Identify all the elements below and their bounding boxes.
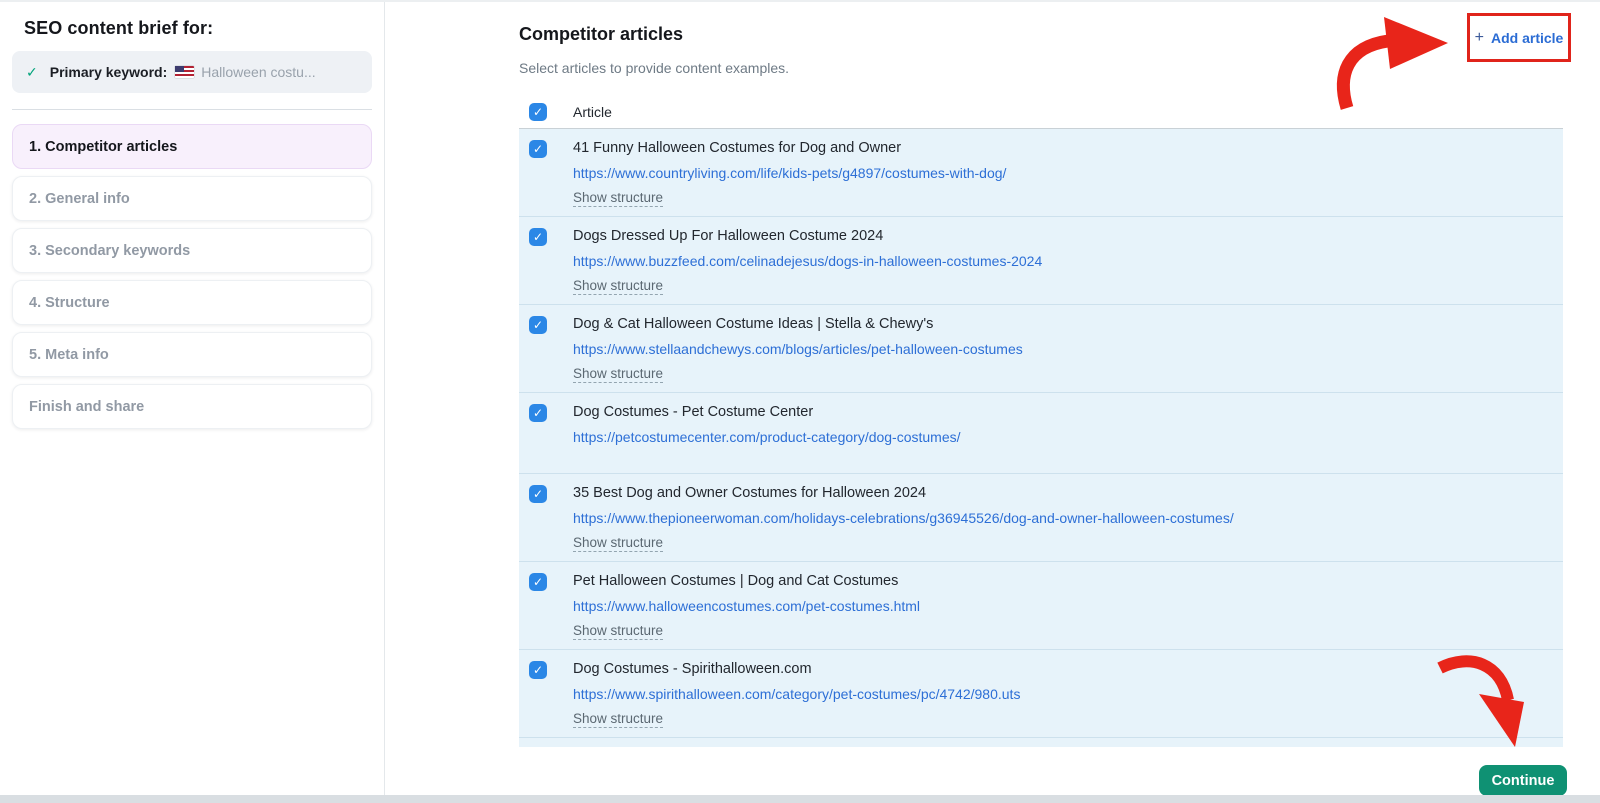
sidebar-step-item[interactable]: Finish and share [12,384,372,429]
article-row: ✓ Dog Costumes - Spirithalloween.com htt… [519,649,1563,737]
article-checkbox[interactable]: ✓ [529,404,547,422]
primary-keyword-label: Primary keyword: [50,64,168,80]
page-title: Competitor articles [519,24,683,45]
article-title: Dog Costumes - Pet Costume Center [573,404,961,420]
article-row: ✓ Dogs Dressed Up For Halloween Costume … [519,216,1563,304]
article-title: 41 Funny Halloween Costumes for Dog and … [573,140,1006,156]
add-article-label: Add article [1491,30,1563,46]
article-url-link[interactable]: https://www.spirithalloween.com/category… [573,686,1020,702]
article-checkbox[interactable]: ✓ [529,228,547,246]
article-row-body: Dog Costumes - Pet Costume Center https:… [573,404,961,453]
article-title: Dog Costumes - Spirithalloween.com [573,661,1020,677]
us-flag-icon [175,66,194,78]
article-checkbox[interactable]: ✓ [529,485,547,503]
article-url-link[interactable]: https://www.countryliving.com/life/kids-… [573,165,1006,181]
article-url-link[interactable]: https://www.thepioneerwoman.com/holidays… [573,510,1234,526]
sidebar-step-label: 5. Meta info [29,347,109,363]
sidebar-step-label: 2. General info [29,191,130,207]
plus-icon: + [1475,29,1484,47]
primary-keyword-value: Halloween costu... [201,64,315,80]
article-row: ✓ 41 Funny Halloween Costumes for Dog an… [519,129,1563,216]
article-row-body: Dogs Dressed Up For Halloween Costume 20… [573,228,1042,295]
article-checkbox[interactable]: ✓ [529,140,547,158]
show-structure-link[interactable]: Show structure [573,278,663,295]
sidebar-step-item[interactable]: 3. Secondary keywords [12,228,372,273]
article-column-header: Article [573,104,612,120]
main-panel: Competitor articles Select articles to p… [386,2,1600,803]
sidebar-step-item[interactable]: 2. General info [12,176,372,221]
article-row: ✓ Dog Costumes - Pet Costume Center http… [519,392,1563,473]
competitor-articles-table: ✓ Article ✓ 41 Funny Halloween Costumes … [519,95,1563,783]
show-structure-link[interactable]: Show structure [573,366,663,383]
check-icon: ✓ [26,64,38,81]
add-article-highlight-box: + Add article [1467,13,1571,62]
article-rows: ✓ 41 Funny Halloween Costumes for Dog an… [519,129,1563,783]
sidebar-step-label: 4. Structure [29,295,110,311]
article-checkbox[interactable]: ✓ [529,661,547,679]
sidebar-step-item[interactable]: 1. Competitor articles [12,124,372,169]
article-row: ✓ Pet Halloween Costumes | Dog and Cat C… [519,561,1563,649]
article-row: ✓ Dog & Cat Halloween Costume Ideas | St… [519,304,1563,392]
sidebar-step-label: 1. Competitor articles [29,139,177,155]
sidebar-steps: 1. Competitor articles 2. General info 3… [12,124,372,429]
article-title: Dog & Cat Halloween Costume Ideas | Stel… [573,316,1023,332]
table-header-row: ✓ Article [519,95,1563,129]
select-all-checkbox[interactable]: ✓ [529,103,547,121]
seo-content-brief-page: SEO content brief for: ✓ Primary keyword… [0,0,1600,803]
footer-bar [386,747,1600,795]
show-structure-link[interactable]: Show structure [573,535,663,552]
sidebar-step-item[interactable]: 4. Structure [12,280,372,325]
article-url-link[interactable]: https://www.stellaandchewys.com/blogs/ar… [573,341,1023,357]
article-title: 35 Best Dog and Owner Costumes for Hallo… [573,485,1234,501]
add-article-button[interactable]: + Add article [1475,29,1564,47]
sidebar-step-label: Finish and share [29,399,144,415]
article-url-link[interactable]: https://petcostumecenter.com/product-cat… [573,429,961,445]
article-row-body: Pet Halloween Costumes | Dog and Cat Cos… [573,573,920,640]
sidebar-step-item[interactable]: 5. Meta info [12,332,372,377]
article-row-body: 35 Best Dog and Owner Costumes for Hallo… [573,485,1234,552]
show-structure-link[interactable]: Show structure [573,190,663,207]
article-title: Pet Halloween Costumes | Dog and Cat Cos… [573,573,920,589]
article-url-link[interactable]: https://www.buzzfeed.com/celinadejesus/d… [573,253,1042,269]
continue-button[interactable]: Continue [1479,765,1567,796]
page-subtitle: Select articles to provide content examp… [519,60,789,76]
show-structure-link[interactable]: Show structure [573,623,663,640]
sidebar: SEO content brief for: ✓ Primary keyword… [0,2,385,795]
article-row-body: Dog & Cat Halloween Costume Ideas | Stel… [573,316,1023,383]
show-structure-link[interactable]: Show structure [573,711,663,728]
sidebar-step-label: 3. Secondary keywords [29,243,190,259]
article-row: ✓ 35 Best Dog and Owner Costumes for Hal… [519,473,1563,561]
divider [12,109,372,110]
article-row-body: 41 Funny Halloween Costumes for Dog and … [573,140,1006,207]
article-title: Dogs Dressed Up For Halloween Costume 20… [573,228,1042,244]
bottom-edge [0,795,1600,803]
primary-keyword-chip: ✓ Primary keyword: Halloween costu... [12,51,372,93]
article-row-body: Dog Costumes - Spirithalloween.com https… [573,661,1020,728]
sidebar-title: SEO content brief for: [12,18,372,39]
article-checkbox[interactable]: ✓ [529,316,547,334]
article-checkbox[interactable]: ✓ [529,573,547,591]
article-url-link[interactable]: https://www.halloweencostumes.com/pet-co… [573,598,920,614]
